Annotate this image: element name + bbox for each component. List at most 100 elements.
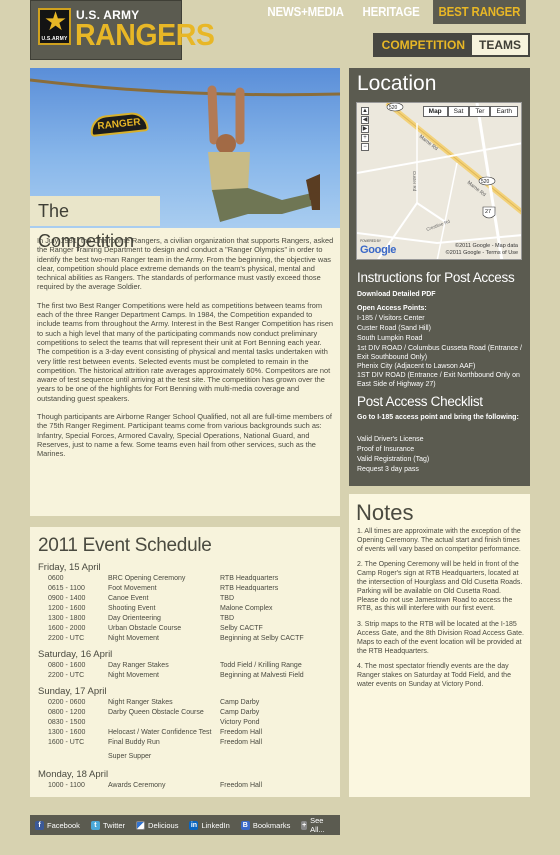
access-point: South Lumpkin Road: [357, 335, 423, 342]
schedule-day: Saturday, 16 April: [38, 649, 113, 660]
soldier-figure: [207, 85, 320, 222]
schedule-row: Super Supper: [108, 753, 152, 760]
checklist-item: Valid Driver's License: [357, 436, 424, 443]
more-icon: +: [301, 820, 308, 830]
facebook-icon: f: [35, 820, 44, 830]
location-title: Location: [357, 72, 437, 95]
schedule-row: 0800 - 1600 Day Ranger Stakes Todd Field /…: [48, 662, 302, 669]
pan-left-icon[interactable]: ◀: [361, 116, 369, 124]
map-zoom-controls: ▲ ◀ ▶ + −: [361, 107, 369, 152]
schedule-row: 1300 - 1800 Day Orienteering TBD: [48, 615, 234, 622]
site-header: ★ U.S.ARMY U.S. ARMY RANGERS NEWS+MEDIA …: [30, 0, 530, 62]
checklist-item: Proof of Insurance: [357, 446, 415, 453]
schedule-row: 1000 - 1100 Awards Ceremony Freedom Hall: [48, 782, 263, 789]
access-points-label: Open Access Points:: [357, 305, 427, 312]
army-star-badge: ★ U.S.ARMY: [38, 8, 71, 45]
map-type-sat[interactable]: Sat: [447, 106, 470, 117]
schedule-row: 0200 - 0600 Night Ranger Stakes Camp Darby: [48, 699, 260, 706]
map-type-map[interactable]: Map: [422, 106, 448, 117]
download-pdf-link[interactable]: Download Detailed PDF: [357, 290, 436, 299]
powered-by: POWERED BY: [360, 239, 381, 243]
google-logo[interactable]: POWERED BY Google: [360, 239, 396, 256]
share-see-all[interactable]: + See All...: [301, 816, 329, 834]
schedule-title: 2011 Event Schedule: [38, 535, 212, 556]
access-title: Instructions for Post Access: [357, 270, 515, 285]
route-shield: 27: [485, 209, 491, 215]
road-label: Custer Rd: [412, 171, 417, 192]
badge-text: U.S.ARMY: [41, 36, 68, 42]
map-roads: Marne Rd Marne Rd Custer Rd Crestline Rd…: [357, 103, 521, 259]
bookmarks-icon: B: [240, 820, 250, 830]
competition-paragraph: In July 1981, the Chairborne Rangers, a …: [37, 236, 334, 292]
share-facebook[interactable]: f Facebook: [35, 820, 80, 830]
map-type-earth[interactable]: Earth: [490, 106, 518, 117]
pan-right-icon[interactable]: ▶: [361, 125, 369, 133]
access-point: Custer Road (Sand Hill): [357, 325, 431, 332]
pan-up-icon[interactable]: ▲: [361, 107, 369, 115]
schedule-row: 2200 - UTC Night Movement Beginning at Mal…: [48, 672, 304, 679]
zoom-in-icon[interactable]: +: [361, 134, 369, 142]
note-item: 3. Strip maps to the RTB will be located…: [357, 621, 524, 655]
twitter-icon: t: [90, 820, 100, 830]
share-linkedin[interactable]: in LinkedIn: [189, 820, 230, 830]
tab-competition[interactable]: COMPETITION: [375, 35, 472, 55]
rangers-logo[interactable]: ★ U.S.ARMY U.S. ARMY RANGERS: [30, 0, 215, 60]
map-type-buttons: Map Sat Ter Earth: [422, 106, 518, 117]
ranger-tab-patch: RANGER: [89, 111, 149, 137]
star-icon: ★: [43, 7, 68, 37]
schedule-row: 0600 BRC Opening Ceremony RTB Headquarters: [48, 575, 279, 582]
schedule-row: 0800 - 1200 Darby Queen Obstacle Course Ca…: [48, 709, 260, 716]
competition-paragraph: Though participants are Airborne Ranger …: [37, 412, 332, 459]
share-bar: f Facebook t Twitter Delicious in LinkedIn …: [30, 815, 340, 835]
event-schedule: 2011 Event Schedule Friday, 15 April 060…: [30, 527, 340, 797]
notes-list: 1. All times are approximate with the ex…: [357, 528, 524, 697]
share-bookmarks[interactable]: B Bookmarks: [240, 820, 290, 830]
nav-heritage[interactable]: HERITAGE: [357, 0, 425, 24]
schedule-row: 0900 - 1400 Canoe Event TBD: [48, 595, 234, 602]
google-map[interactable]: Marne Rd Marne Rd Custer Rd Crestline Rd…: [356, 102, 522, 260]
schedule-row: 0615 - 1100 Foot Movement RTB Headquarters: [48, 585, 279, 592]
schedule-day: Friday, 15 April: [38, 562, 101, 573]
nav-best-ranger[interactable]: BEST RANGER: [433, 0, 526, 24]
schedule-row: 1300 - 1600 Helocast / Water Confidence T…: [48, 729, 263, 736]
tab-teams[interactable]: TEAMS: [472, 35, 528, 55]
schedule-day: Sunday, 17 April: [38, 686, 107, 697]
checklist-item: Valid Registration (Tag): [357, 456, 430, 463]
map-copyright[interactable]: ©2011 Google - Map data ©2011 Google - T…: [438, 243, 518, 257]
schedule-day: Monday, 18 April: [38, 769, 109, 780]
checklist-title: Post Access Checklist: [357, 394, 483, 409]
route-shield: 520: [481, 179, 490, 185]
linkedin-icon: in: [189, 820, 199, 830]
note-item: 1. All times are approximate with the ex…: [357, 528, 521, 553]
checklist-item: Request 3 day pass: [357, 466, 419, 473]
share-delicious[interactable]: Delicious: [136, 820, 178, 830]
map-type-ter[interactable]: Ter: [469, 106, 491, 117]
notes-panel: Notes 1. All times are approximate with …: [349, 494, 530, 797]
share-twitter[interactable]: t Twitter: [90, 820, 125, 830]
note-item: 4. The most spectator friendly events ar…: [357, 663, 511, 688]
notes-title: Notes: [356, 500, 414, 525]
schedule-row: 1600 - UTC Final Buddy Run Freedom Hall: [48, 739, 263, 746]
competition-body: In July 1981, the Chairborne Rangers, a …: [37, 236, 334, 468]
schedule-row: 0830 - 1500 Victory Pond: [48, 719, 260, 726]
competition-panel: RANGER The Competition In July 1981, the…: [30, 68, 340, 516]
post-access-panel: Instructions for Post Access Download De…: [349, 264, 530, 486]
top-navigation: NEWS+MEDIA HERITAGE BEST RANGER: [258, 0, 530, 24]
nav-news-media[interactable]: NEWS+MEDIA: [262, 0, 349, 24]
access-point: I-185 / Visitors Center: [357, 315, 425, 322]
logo-rangers-text: RANGERS: [75, 17, 215, 52]
checklist-intro: Go to I-185 access point and bring the f…: [357, 414, 519, 421]
competition-title: The Competition: [30, 196, 160, 251]
schedule-row: 1600 - 2000 Urban Obstacle Course Selby CA…: [48, 625, 263, 632]
access-point: 1st DIV ROAD / Columbus Cusseta Road (En…: [357, 345, 522, 361]
note-item: 2. The Opening Ceremony will be held in …: [357, 561, 523, 613]
access-point: 1ST DIV ROAD (Entrance / Exit Northbound…: [357, 372, 520, 388]
schedule-row: 2200 - UTC Night Movement Beginning at Sel…: [48, 635, 304, 642]
location-panel: Location Marne Rd Marne Rd Custer Rd Cre…: [349, 68, 530, 264]
competition-paragraph: The first two Best Ranger Competitions w…: [37, 300, 334, 403]
zoom-out-icon[interactable]: −: [361, 143, 369, 151]
access-point: Phenix City (Adjacent to Lawson AAF): [357, 363, 476, 370]
delicious-icon: [136, 820, 146, 830]
sub-navigation: COMPETITION TEAMS: [372, 33, 530, 57]
route-shield: 520: [389, 105, 398, 111]
